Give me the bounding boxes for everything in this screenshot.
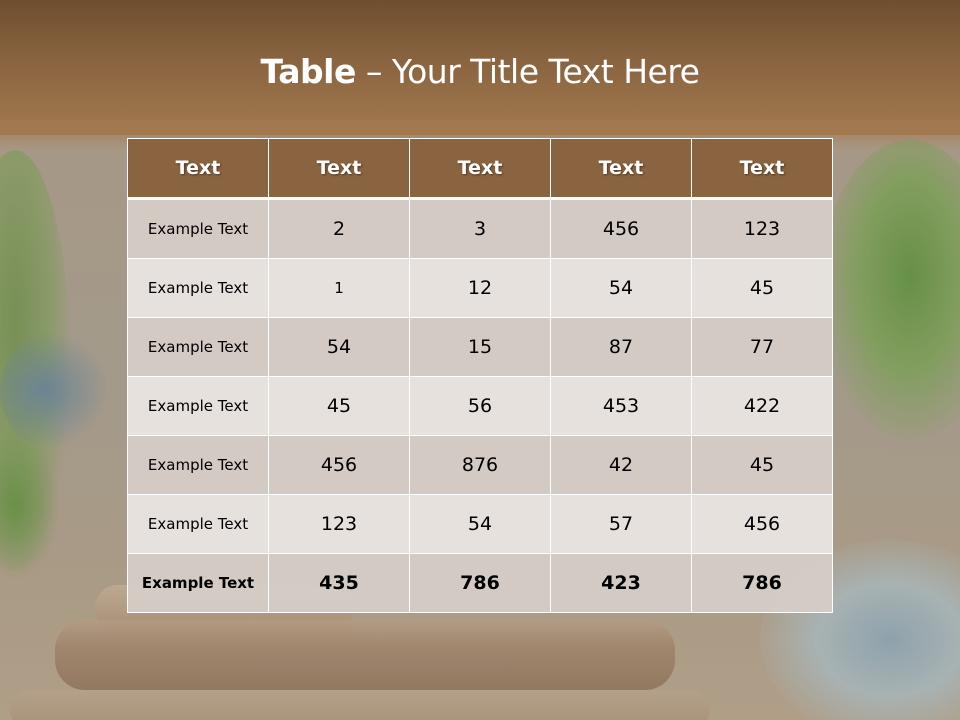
table-cell: 1 — [268, 258, 410, 318]
row-label: Example Text — [127, 494, 269, 554]
row-label: Example Text — [127, 435, 269, 495]
column-header: Text — [691, 138, 833, 200]
column-header: Text — [268, 138, 410, 200]
table-cell: 453 — [550, 376, 692, 436]
table-cell: 45 — [691, 258, 833, 318]
table-cell: 456 — [691, 494, 833, 554]
table-cell: 57 — [550, 494, 692, 554]
stream-left — [0, 330, 110, 450]
slide-title-rest: – Your Title Text Here — [355, 52, 700, 91]
table-cell: 435 — [268, 553, 410, 613]
table-row: Example Text 456 876 42 45 — [127, 435, 833, 495]
table-row: Example Text 2 3 456 123 — [127, 198, 833, 259]
table-cell: 87 — [550, 317, 692, 377]
table-cell: 456 — [550, 198, 692, 259]
column-header: Text — [550, 138, 692, 200]
table-cell: 876 — [409, 435, 551, 495]
table-cell: 54 — [409, 494, 551, 554]
table-cell: 786 — [691, 553, 833, 613]
column-header: Text — [409, 138, 551, 200]
table-cell: 15 — [409, 317, 551, 377]
table-cell: 123 — [268, 494, 410, 554]
table-cell: 423 — [550, 553, 692, 613]
table-header-row: Text Text Text Text Text — [127, 138, 833, 200]
data-table: Text Text Text Text Text Example Text 2 … — [127, 138, 833, 613]
table-cell: 56 — [409, 376, 551, 436]
log-bottom — [10, 690, 710, 720]
table-cell: 12 — [409, 258, 551, 318]
table-cell: 2 — [268, 198, 410, 259]
table-cell: 45 — [268, 376, 410, 436]
row-label: Example Text — [127, 258, 269, 318]
table-row: Example Text 45 56 453 422 — [127, 376, 833, 436]
log-main — [55, 620, 675, 690]
table-cell: 77 — [691, 317, 833, 377]
table-cell: 45 — [691, 435, 833, 495]
row-label: Example Text — [127, 553, 269, 613]
slide-title: Table – Your Title Text Here — [0, 52, 960, 91]
table-cell: 786 — [409, 553, 551, 613]
row-label: Example Text — [127, 317, 269, 377]
table-row: Example Text 1 12 54 45 — [127, 258, 833, 318]
table-cell: 54 — [550, 258, 692, 318]
table-cell: 123 — [691, 198, 833, 259]
table-cell: 54 — [268, 317, 410, 377]
column-header: Text — [127, 138, 269, 200]
row-label: Example Text — [127, 376, 269, 436]
table-cell: 3 — [409, 198, 551, 259]
slide-title-bold: Table — [260, 52, 357, 91]
table-row: Example Text 123 54 57 456 — [127, 494, 833, 554]
table-row: Example Text 54 15 87 77 — [127, 317, 833, 377]
row-label: Example Text — [127, 198, 269, 259]
table-total-row: Example Text 435 786 423 786 — [127, 553, 833, 613]
table-cell: 422 — [691, 376, 833, 436]
table-cell: 456 — [268, 435, 410, 495]
table-cell: 42 — [550, 435, 692, 495]
